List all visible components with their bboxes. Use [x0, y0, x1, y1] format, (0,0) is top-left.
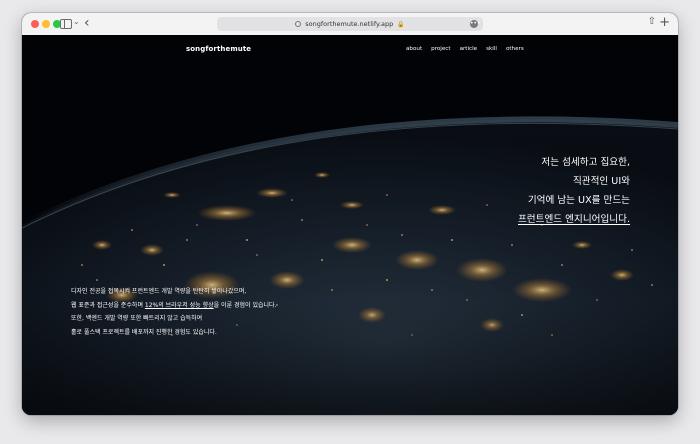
hero-line-emphasis: 프런트엔드 엔지니어입니다. [517, 214, 630, 225]
hero-headline: 저는 섬세하고 집요한, 직관적인 UI와 기억에 남는 UX를 만드는 프런트… [518, 153, 630, 229]
browser-toolbar: ⌄ ‹ songforthemute.netlify.app 🔒 ••• ⇧ + [22, 13, 678, 36]
new-tab-icon[interactable]: + [659, 14, 670, 32]
nav-item-about[interactable]: about [406, 46, 422, 52]
nav-item-project[interactable]: project [431, 46, 450, 52]
nav-item-skill[interactable]: skill [486, 46, 497, 52]
back-arrow-icon[interactable]: ‹ [84, 14, 90, 32]
chevron-down-icon[interactable]: ⌄ [73, 17, 80, 26]
site-info-icon[interactable] [295, 21, 302, 27]
hero-line: 직관적인 UI와 [572, 176, 630, 187]
hero-line: 기억에 남는 UX를 만드는 [527, 195, 630, 206]
sidebar-toggle-icon[interactable] [60, 19, 72, 29]
browser-window: ⌄ ‹ songforthemute.netlify.app 🔒 ••• ⇧ + [22, 13, 678, 415]
address-bar[interactable]: songforthemute.netlify.app 🔒 ••• [217, 17, 483, 31]
address-bar-url[interactable]: songforthemute.netlify.app [305, 20, 393, 28]
lock-icon: 🔒 [397, 20, 405, 28]
intro-highlight: 12%의 브라우저 성능 향상 [144, 301, 214, 309]
intro-text: 을 이룬 경험이 있습니다. [213, 301, 277, 309]
intro-line: 홀로 풀스택 프로젝트를 배포까지 진행한 경험도 있습니다. [71, 328, 217, 336]
intro-paragraph: 디자인 전공을 접목시켜 프런트엔드 개발 역량을 탄탄히 쌓아나갔으며, 웹 … [71, 285, 276, 339]
intro-line: 또한, 백엔드 개발 역량 또한 빠트리지 않고 습득하여 [71, 315, 203, 323]
site-logo[interactable]: songforthemute [186, 45, 251, 53]
intro-line: 디자인 전공을 접목시켜 프런트엔드 개발 역량을 탄탄히 쌓아나갔으며, [71, 288, 247, 295]
close-window-button[interactable] [31, 20, 39, 28]
page-content: songforthemute about project article ski… [22, 35, 678, 415]
intro-line: 웹 표준과 접근성을 준수하며 12%의 브라우저 성능 향상을 이룬 경험이 … [71, 299, 276, 313]
share-icon[interactable]: ⇧ [648, 16, 656, 27]
nav-item-article[interactable]: article [460, 46, 478, 52]
minimize-window-button[interactable] [42, 20, 50, 28]
nav-item-others[interactable]: others [506, 46, 524, 52]
hero-line: 저는 섬세하고 집요한, [541, 157, 630, 168]
extension-icon[interactable]: ••• [470, 20, 481, 28]
intro-text: 웹 표준과 접근성을 준수하며 [71, 301, 145, 309]
site-nav: about project article skill others [406, 46, 524, 52]
